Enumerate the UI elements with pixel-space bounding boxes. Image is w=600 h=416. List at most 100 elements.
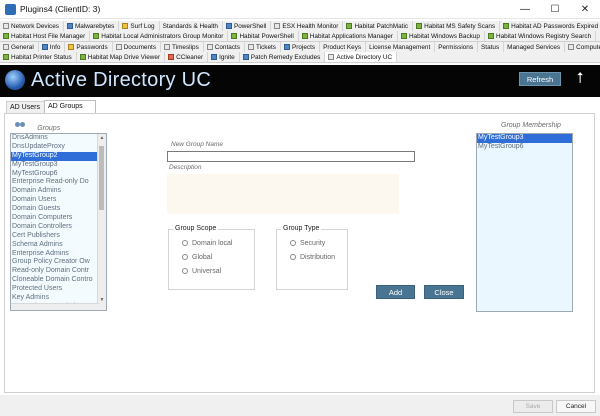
group-list-item[interactable]: Domain Guests <box>11 205 98 214</box>
plugin-tab[interactable]: Habitat Windows Backup <box>398 31 485 41</box>
group-list-item[interactable]: Domain Computers <box>11 214 98 223</box>
up-arrow-icon[interactable]: ⭡ <box>574 69 586 91</box>
plugin-tab[interactable]: Active Directory UC <box>325 52 398 62</box>
description-label: Description <box>169 164 202 171</box>
esx-icon <box>274 23 281 29</box>
scroll-thumb[interactable] <box>99 146 104 210</box>
close-window-button[interactable]: ✕ <box>570 0 600 19</box>
group-list-item[interactable]: Key Admins <box>11 294 98 303</box>
close-button[interactable]: Close <box>424 285 464 299</box>
scope-global-radio[interactable]: Global <box>182 254 212 261</box>
group-list-item[interactable]: Domain Users <box>11 196 98 205</box>
tab-ad-groups[interactable]: AD Groups <box>44 100 96 114</box>
plugin-tab-label: Ignite <box>219 54 235 61</box>
save-button[interactable]: Save <box>513 400 553 413</box>
window-title: Plugins4 (ClientID: 3) <box>20 4 101 14</box>
users-icon <box>15 122 27 130</box>
scope-universal-radio[interactable]: Universal <box>182 268 221 275</box>
group-list-item[interactable]: Enterprise Read-only Do <box>11 178 98 187</box>
group-membership-listbox[interactable]: MyTestGroup3 MyTestGroup6 <box>476 133 573 312</box>
plugin-tab[interactable]: Habitat Applications Manager <box>299 31 398 41</box>
group-list-item[interactable]: MyTestGroup3 <box>11 161 98 170</box>
type-distribution-radio[interactable]: Distribution <box>290 254 335 261</box>
plugin-tab[interactable]: Habitat Local Administrators Group Monit… <box>90 31 229 41</box>
new-group-name-label: New Group Name <box>171 141 224 148</box>
plugin-tab-label: Patch Remedy Excludes <box>250 54 321 61</box>
maximize-button[interactable]: ☐ <box>540 0 570 19</box>
groups-listbox[interactable]: DnsAdmins DnsUpdateProxy MyTestGroup2 MyTes… <box>10 133 107 311</box>
group-list-item[interactable]: Cloneable Domain Contro <box>11 276 98 285</box>
cancel-button[interactable]: Cancel <box>556 400 596 413</box>
group-list-item[interactable]: MyTestGroup6 <box>11 170 98 179</box>
plugin-tab-label: Documents <box>123 44 157 51</box>
active-directory-logo-icon <box>5 70 25 90</box>
group-list-item[interactable]: Domain Controllers <box>11 223 98 232</box>
habitat-icon <box>400 33 407 39</box>
habitat-icon <box>231 33 238 39</box>
plugin-tab[interactable]: Habitat Host File Manager <box>0 31 91 41</box>
plugin-tab[interactable]: Habitat Map Drive Viewer <box>77 52 166 62</box>
description-input[interactable] <box>167 174 399 214</box>
add-button[interactable]: Add <box>376 285 415 299</box>
group-list-item[interactable]: DnsUpdateProxy <box>11 143 98 152</box>
plugin-tab[interactable]: Patch Remedy Excludes <box>240 52 326 62</box>
plugin-tab[interactable]: Habitat PowerShell <box>228 31 299 41</box>
plugin-tab-label: Standards & Health <box>162 23 218 30</box>
plugin-tab[interactable]: Habitat Windows Registry Search <box>485 31 597 41</box>
contacts-icon <box>206 44 213 50</box>
groups-items: DnsAdmins DnsUpdateProxy MyTestGroup2 MyTes… <box>11 134 98 310</box>
projects-icon <box>284 44 291 50</box>
scroll-down-icon[interactable]: ▼ <box>98 296 106 304</box>
plugin-tab-label: Habitat Host File Manager <box>11 33 86 40</box>
clock-icon <box>164 44 171 50</box>
plugin-tab-label: Managed Services <box>507 44 561 51</box>
groups-hscrollbar[interactable] <box>11 303 99 310</box>
bottom-bar: Save Cancel <box>0 395 600 416</box>
membership-items: MyTestGroup3 MyTestGroup6 <box>477 134 572 152</box>
group-type-title: Group Type <box>281 225 322 232</box>
membership-list-item[interactable]: MyTestGroup6 <box>477 143 572 152</box>
group-list-item[interactable]: Enterprise Admins <box>11 250 98 259</box>
app-icon <box>5 4 16 15</box>
group-list-item[interactable]: Schema Admins <box>11 241 98 250</box>
scroll-up-icon[interactable]: ▲ <box>98 134 106 142</box>
scope-domain-local-radio[interactable]: Domain local <box>182 240 232 247</box>
refresh-button[interactable]: Refresh <box>519 72 561 86</box>
network-icon <box>3 23 9 29</box>
group-list-item[interactable]: Group Policy Creator Ow <box>11 258 98 267</box>
plugin-tab-label: Timeslips <box>172 44 199 51</box>
plugin-tab-label: Habitat Applications Manager <box>309 33 393 40</box>
plugin-tab[interactable]: Habitat Printer Status <box>0 52 77 62</box>
info-icon <box>41 44 48 50</box>
plugin-tab-label: Habitat AD Passwords Expired <box>511 23 599 30</box>
group-list-item[interactable]: Domain Admins <box>11 187 98 196</box>
groups-scrollbar[interactable]: ▲ ▼ <box>97 134 106 310</box>
plugin-tab-label: ESX Health Monitor <box>282 23 339 30</box>
plugin-tab[interactable]: CCleaner <box>165 52 209 62</box>
group-list-item[interactable]: Cert Publishers <box>11 232 98 241</box>
plugin-tab-row-2: Habitat Host File Manager Habitat Local A… <box>0 31 600 42</box>
type-security-radio[interactable]: Security <box>290 240 325 247</box>
habitat-icon <box>301 33 308 39</box>
minimize-button[interactable]: — <box>510 0 540 19</box>
group-scope-title: Group Scope <box>173 225 219 232</box>
group-list-item[interactable]: DnsAdmins <box>11 134 98 143</box>
groups-label: Groups <box>37 125 61 132</box>
plugin-tab-label: Habitat PowerShell <box>239 33 294 40</box>
app-header: Active Directory UC <box>0 65 600 97</box>
group-list-item[interactable]: MyTestGroup2 <box>11 151 98 161</box>
plugin-tab-label: Habitat Map Drive Viewer <box>87 54 161 61</box>
new-group-name-input[interactable] <box>167 151 415 162</box>
plugin-tab-label: License Management <box>369 44 431 51</box>
plugin-tab-label: Product Keys <box>323 44 362 51</box>
documents-icon <box>115 44 122 50</box>
ticket-icon <box>248 44 254 50</box>
membership-list-item[interactable]: MyTestGroup3 <box>477 134 572 143</box>
general-icon <box>3 44 9 50</box>
plugin-tab[interactable]: Ignite <box>208 52 240 62</box>
group-list-item[interactable]: Protected Users <box>11 285 98 294</box>
plugin-tab-label: Surf Log <box>130 23 155 30</box>
plugin-tab-label: Habitat Windows Backup <box>408 33 480 40</box>
habitat-icon <box>93 33 100 39</box>
group-list-item[interactable]: Read-only Domain Contr <box>11 267 98 276</box>
